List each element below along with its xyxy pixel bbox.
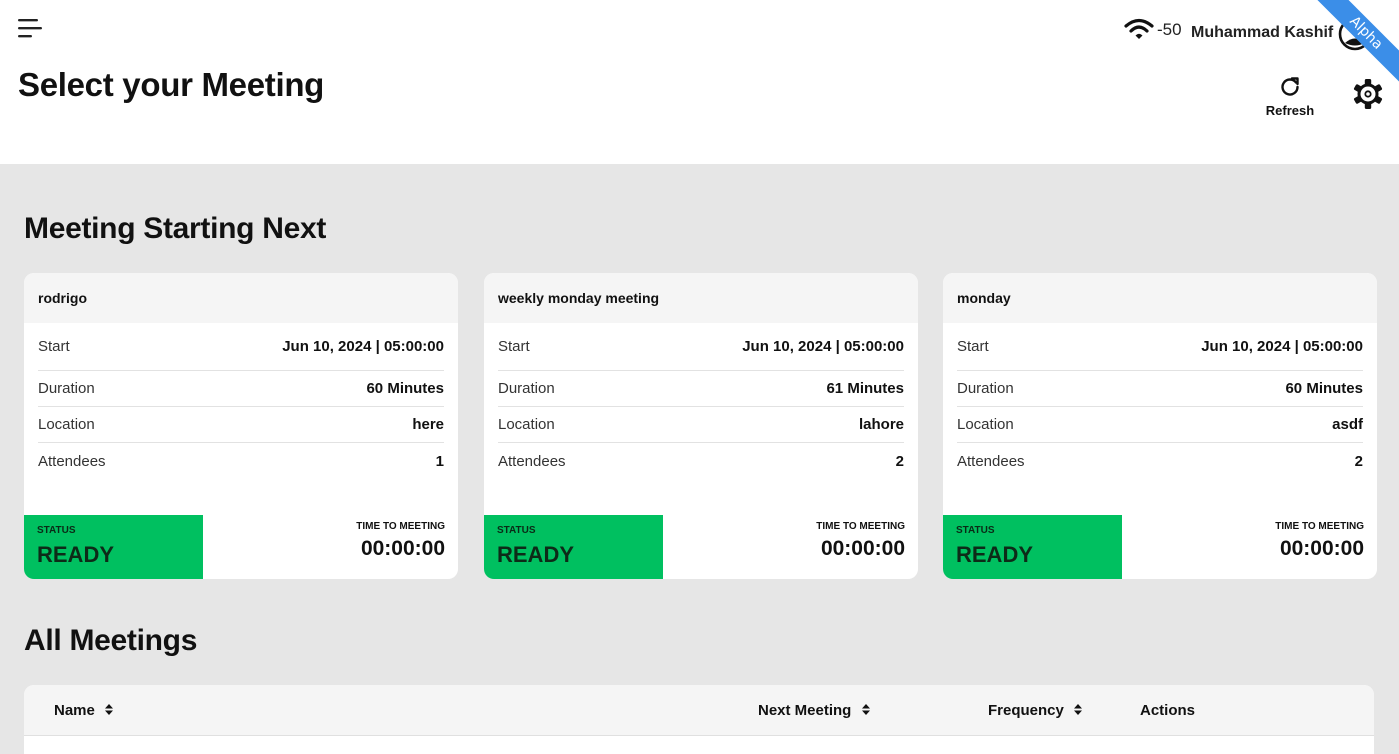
column-header-label: Actions [1140,702,1196,719]
section-title-next: Meeting Starting Next [24,212,327,245]
column-header-label: Name [54,702,95,719]
duration-label: Duration [498,380,555,397]
status-value: READY [497,542,575,567]
duration-label: Duration [957,380,1014,397]
attendees-row: Attendees 1 [38,443,444,479]
status-badge: STATUS READY [943,515,1122,579]
time-to-meeting-caption: TIME TO MEETING [1275,521,1364,532]
refresh-button[interactable]: Refresh [1262,76,1318,126]
column-header-name[interactable]: Name [54,702,114,719]
location-label: Location [957,416,1014,433]
start-value: Jun 10, 2024 | 05:00:00 [282,338,444,355]
location-row: Location asdf [957,407,1363,443]
meeting-name: weekly monday meeting [484,273,918,323]
start-label: Start [38,338,70,355]
location-row: Location lahore [498,407,904,443]
column-header-frequency[interactable]: Frequency [988,702,1083,719]
meeting-card[interactable]: rodrigo Start Jun 10, 2024 | 05:00:00 Dur… [24,273,458,579]
location-value: lahore [858,416,904,433]
duration-row: Duration 61 Minutes [498,371,904,407]
start-row: Start Jun 10, 2024 | 05:00:00 [498,323,904,371]
section-title-all: All Meetings [24,624,198,657]
start-value: Jun 10, 2024 | 05:00:00 [742,338,904,355]
meeting-card[interactable]: monday Start Jun 10, 2024 | 05:00:00 Dura… [943,273,1377,579]
location-value: asdf [1332,416,1363,433]
status-value: READY [956,542,1034,567]
column-header-next-meeting[interactable]: Next Meeting [758,702,871,719]
sort-icon [1074,704,1083,715]
status-caption: STATUS [497,525,536,536]
meeting-name: rodrigo [24,273,458,323]
start-row: Start Jun 10, 2024 | 05:00:00 [957,323,1363,371]
start-row: Start Jun 10, 2024 | 05:00:00 [38,323,444,371]
user-avatar-icon[interactable] [1338,17,1372,51]
duration-label: Duration [38,380,95,397]
attendees-value: 2 [1354,452,1363,470]
time-to-meeting-caption: TIME TO MEETING [816,521,905,532]
time-to-meeting-value: 00:00:00 [820,537,905,560]
duration-row: Duration 60 Minutes [38,371,444,407]
location-label: Location [498,416,555,433]
attendees-label: Attendees [957,452,1025,470]
refresh-icon [1281,77,1299,96]
gear-icon[interactable] [1351,77,1385,111]
attendees-row: Attendees 2 [498,443,904,479]
duration-value: 60 Minutes [366,380,444,397]
location-label: Location [38,416,95,433]
time-to-meeting-value: 00:00:00 [1279,537,1364,560]
start-label: Start [498,338,530,355]
duration-value: 60 Minutes [1285,380,1363,397]
time-to-meeting: TIME TO MEETING 00:00:00 [1275,521,1364,561]
status-badge: STATUS READY [484,515,663,579]
time-to-meeting: TIME TO MEETING 00:00:00 [816,521,905,561]
page-title: Select your Meeting [18,66,325,103]
duration-value: 61 Minutes [826,380,904,397]
time-to-meeting-caption: TIME TO MEETING [356,521,445,532]
duration-row: Duration 60 Minutes [957,371,1363,407]
user-name[interactable]: Muhammad Kashif [1191,24,1333,42]
attendees-value: 1 [435,452,444,470]
table-header: Name Next Meeting Frequency Actions [24,685,1374,736]
wifi-icon [1124,18,1154,39]
start-value: Jun 10, 2024 | 05:00:00 [1201,338,1363,355]
attendees-label: Attendees [498,452,566,470]
status-caption: STATUS [37,525,76,536]
column-header-label: Next Meeting [758,702,852,719]
column-header-label: Frequency [988,702,1064,719]
location-value: here [412,416,444,433]
attendees-label: Attendees [38,452,106,470]
sort-icon [861,704,870,715]
top-header: Select your Meeting -50 Muhammad Kashif … [0,0,1399,164]
meetings-table: Name Next Meeting Frequency Actions [24,685,1374,754]
attendees-value: 2 [895,452,904,470]
attendees-row: Attendees 2 [957,443,1363,479]
meeting-card[interactable]: weekly monday meeting Start Jun 10, 2024 … [484,273,918,579]
status-value: READY [37,542,115,567]
sort-icon [105,704,114,715]
column-header-actions: Actions [1140,702,1195,719]
start-label: Start [957,338,989,355]
signal-strength-value: -50 [1157,20,1182,39]
meeting-name: monday [943,273,1377,323]
time-to-meeting-value: 00:00:00 [360,537,445,560]
location-row: Location here [38,407,444,443]
time-to-meeting: TIME TO MEETING 00:00:00 [356,521,445,561]
refresh-label: Refresh [1265,103,1315,118]
status-badge: STATUS READY [24,515,203,579]
menu-icon[interactable] [17,16,43,42]
status-caption: STATUS [956,525,995,536]
